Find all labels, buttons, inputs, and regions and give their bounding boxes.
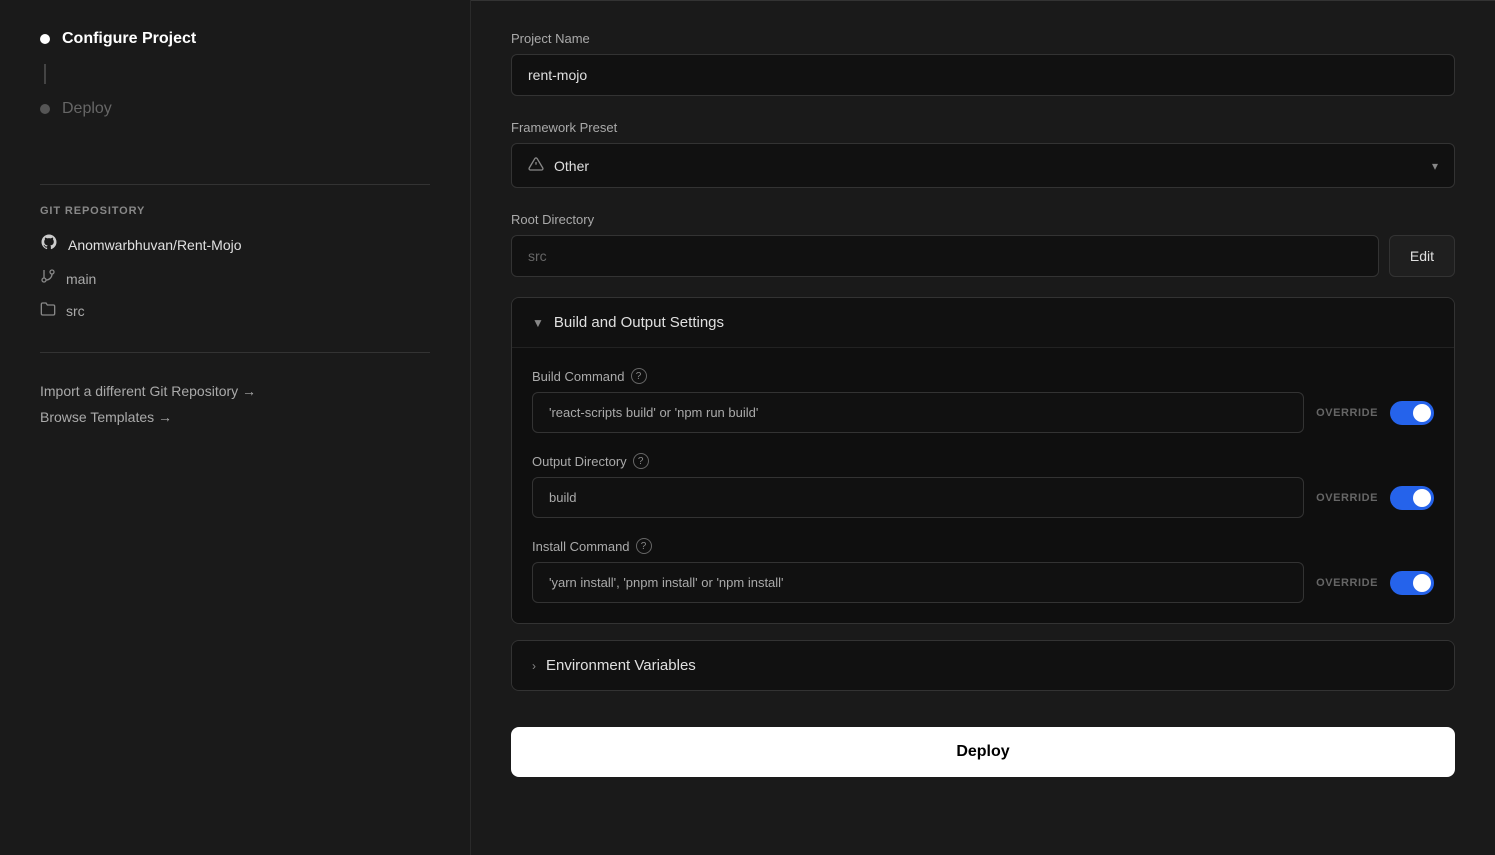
- main-content: Project Name Framework Preset Other ▾ Ro: [470, 0, 1495, 855]
- step-label-configure: Configure Project: [62, 30, 196, 48]
- github-icon: [40, 233, 58, 256]
- sidebar-divider-1: [40, 184, 430, 185]
- output-directory-group: Output Directory ? OVERRIDE: [532, 453, 1434, 518]
- folder-icon: [40, 301, 56, 320]
- project-name-input[interactable]: [511, 54, 1455, 96]
- install-command-row: OVERRIDE: [532, 562, 1434, 603]
- steps-container: Configure Project Deploy: [40, 30, 430, 134]
- root-directory-input[interactable]: [511, 235, 1379, 277]
- output-directory-label: Output Directory ?: [532, 453, 1434, 469]
- project-name-group: Project Name: [511, 31, 1455, 96]
- root-directory-label: Root Directory: [511, 212, 1455, 227]
- step-dot-deploy: [40, 104, 50, 114]
- env-variables-header[interactable]: › Environment Variables: [512, 641, 1454, 690]
- output-directory-input[interactable]: [532, 477, 1304, 518]
- install-command-override-label: OVERRIDE: [1316, 577, 1378, 589]
- build-command-toggle[interactable]: [1390, 401, 1434, 425]
- install-command-toggle[interactable]: [1390, 571, 1434, 595]
- build-command-input[interactable]: [532, 392, 1304, 433]
- framework-warning-icon: [528, 156, 544, 175]
- build-command-label: Build Command ?: [532, 368, 1434, 384]
- output-directory-override-label: OVERRIDE: [1316, 492, 1378, 504]
- sidebar: Configure Project Deploy GIT REPOSITORY …: [0, 0, 470, 855]
- framework-preset-label: Framework Preset: [511, 120, 1455, 135]
- install-command-toggle-track[interactable]: [1390, 571, 1434, 595]
- step-deploy: Deploy: [40, 100, 430, 118]
- output-directory-toggle-track[interactable]: [1390, 486, 1434, 510]
- root-directory-group: Root Directory Edit: [511, 212, 1455, 277]
- output-directory-row: OVERRIDE: [532, 477, 1434, 518]
- branch-name: main: [66, 271, 96, 287]
- repo-name: Anomwarbhuvan/Rent-Mojo: [68, 237, 242, 253]
- install-command-input[interactable]: [532, 562, 1304, 603]
- framework-preset-value: Other: [554, 158, 1422, 174]
- browse-templates-link[interactable]: Browse Templates →: [40, 409, 430, 425]
- install-command-label: Install Command ?: [532, 538, 1434, 554]
- build-command-toggle-thumb: [1413, 404, 1431, 422]
- output-directory-toggle-thumb: [1413, 489, 1431, 507]
- top-divider: [471, 0, 1495, 1]
- build-output-chevron: ▼: [532, 316, 544, 330]
- branch-item: main: [40, 268, 430, 289]
- build-command-help-icon[interactable]: ?: [631, 368, 647, 384]
- build-command-toggle-track[interactable]: [1390, 401, 1434, 425]
- install-command-group: Install Command ? OVERRIDE: [532, 538, 1434, 603]
- build-output-section: ▼ Build and Output Settings Build Comman…: [511, 297, 1455, 624]
- build-command-override-label: OVERRIDE: [1316, 407, 1378, 419]
- framework-preset-group: Framework Preset Other ▾: [511, 120, 1455, 188]
- project-name-label: Project Name: [511, 31, 1455, 46]
- step-dot-configure: [40, 34, 50, 44]
- select-arrow-icon: ▾: [1432, 159, 1438, 173]
- install-command-toggle-thumb: [1413, 574, 1431, 592]
- edit-root-dir-button[interactable]: Edit: [1389, 235, 1455, 277]
- build-command-row: OVERRIDE: [532, 392, 1434, 433]
- import-repo-link[interactable]: Import a different Git Repository →: [40, 383, 430, 399]
- sidebar-links: Import a different Git Repository → Brow…: [40, 383, 430, 435]
- folder-item: src: [40, 301, 430, 320]
- deploy-button[interactable]: Deploy: [511, 727, 1455, 777]
- build-output-title: Build and Output Settings: [554, 314, 724, 331]
- env-variables-title: Environment Variables: [546, 657, 696, 674]
- install-command-help-icon[interactable]: ?: [636, 538, 652, 554]
- content-inner: Project Name Framework Preset Other ▾ Ro: [471, 31, 1495, 777]
- step-configure: Configure Project: [40, 30, 430, 48]
- build-output-header[interactable]: ▼ Build and Output Settings: [512, 298, 1454, 347]
- step-connector: [44, 64, 46, 84]
- repo-item: Anomwarbhuvan/Rent-Mojo: [40, 233, 430, 256]
- build-output-body: Build Command ? OVERRIDE: [512, 347, 1454, 623]
- output-directory-toggle[interactable]: [1390, 486, 1434, 510]
- framework-preset-select[interactable]: Other ▾: [511, 143, 1455, 188]
- root-directory-row: Edit: [511, 235, 1455, 277]
- folder-name: src: [66, 303, 85, 319]
- output-directory-help-icon[interactable]: ?: [633, 453, 649, 469]
- build-command-group: Build Command ? OVERRIDE: [532, 368, 1434, 433]
- sidebar-divider-2: [40, 352, 430, 353]
- step-label-deploy: Deploy: [62, 100, 112, 118]
- branch-icon: [40, 268, 56, 289]
- env-variables-section: › Environment Variables: [511, 640, 1455, 691]
- git-section-label: GIT REPOSITORY: [40, 205, 430, 217]
- env-variables-chevron: ›: [532, 659, 536, 673]
